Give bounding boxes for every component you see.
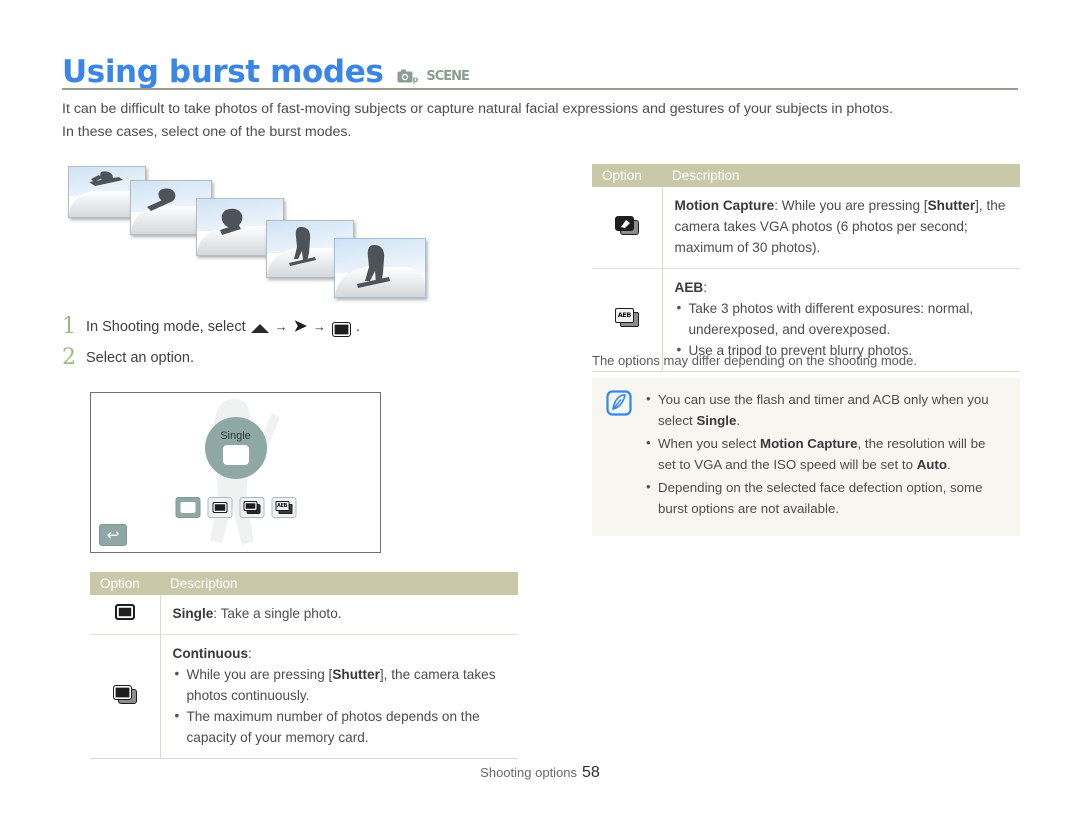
screen-option-aeb[interactable]: AEB [271,497,296,518]
camera-program-icon: p [397,68,419,84]
intro-paragraph: It can be difficult to take photos of fa… [62,98,1022,144]
table-row: Continuous: While you are pressing [Shut… [90,634,518,759]
intro-line-2: In these cases, select one of the burst … [62,124,352,140]
option-title: Single [172,606,214,621]
option-title: Continuous [172,646,249,661]
list-item: The maximum number of photos depends on … [173,705,509,748]
note-box: You can use the flash and timer and ACB … [592,378,1020,536]
intro-line-1: It can be difficult to take photos of fa… [62,101,893,117]
option-title-sep: : [774,198,782,213]
screen-option-continuous[interactable] [207,497,232,518]
aeb-icon: AEB [614,308,639,327]
option-title-sep: : [248,646,252,661]
option-text: Take a single photo. [220,606,342,621]
motion-capture-icon [243,501,260,514]
note-pen-icon [606,390,632,416]
step-text: In Shooting mode, select → ➤ → . [86,316,360,338]
right-table-footnote: The options may differ depending on the … [592,353,917,368]
page-title-row: Using burst modes p SCENE [62,46,1018,88]
screen-option-motion-capture[interactable] [239,497,264,518]
step-text: Select an option. [86,347,194,369]
option-description-cell: Motion Capture: While you are pressing [… [662,187,1020,269]
option-description-cell: Single: Take a single photo. [160,595,518,635]
continuous-icon [212,502,227,513]
single-icon [180,502,195,513]
list-item: Depending on the selected face defection… [644,477,1006,519]
continuous-icon [112,684,137,704]
arrow-glyph-1: → [274,319,288,334]
list-item: When you select Motion Capture, the reso… [644,433,1006,475]
table-header-row: Option Description [90,572,518,595]
option-description-cell: Continuous: While you are pressing [Shut… [160,635,518,759]
aeb-icon: AEB [275,501,292,514]
option-icon-cell [90,634,161,759]
option-title-sep: : [213,606,221,621]
burst-mode-icon[interactable] [332,321,352,337]
step-1-prefix: In Shooting mode, select [86,319,246,335]
manual-page: Using burst modes p SCENE It can be diff… [0,0,1080,815]
title-mode-icons: p SCENE [397,68,470,88]
selected-option-indicator: Single [204,417,267,479]
option-title: AEB [674,280,704,295]
step-2: 2 Select an option. [62,347,542,369]
title-divider [62,88,1018,90]
burst-illustration [62,160,482,298]
back-button[interactable]: ↩ [99,524,127,546]
step-number: 1 [62,314,76,339]
option-icon-cell [90,595,161,635]
chevron-right-icon[interactable]: ➤ [294,319,307,335]
single-icon [114,604,135,620]
footer-section: Shooting options [480,765,578,780]
screen-option-single[interactable] [175,497,200,518]
burst-frame-5 [334,238,426,298]
header-description: Description [170,576,238,591]
option-title: Motion Capture [674,198,775,213]
camera-screen-mock: Single AEB ↩ [90,392,381,553]
table-header-row: Option Description [592,164,1020,187]
header-option: Option [100,576,140,591]
header-option: Option [602,168,642,183]
step-2-prefix: Select an option. [86,350,195,366]
arrow-glyph-2: → [313,319,327,334]
note-bullet-list: You can use the flash and timer and ACB … [644,389,1006,522]
step-1-suffix: . [356,319,361,335]
step-number: 2 [62,345,76,370]
list-item: You can use the flash and timer and ACB … [644,389,1006,431]
steps-list: 1 In Shooting mode, select → ➤ → . 2 Sel… [62,316,542,378]
list-item: While you are pressing [Shutter], the ca… [173,663,509,706]
svg-text:p: p [413,75,419,84]
option-bullet-list: Take 3 photos with different exposures: … [675,297,1011,361]
step-1: 1 In Shooting mode, select → ➤ → . [62,316,542,338]
up-arrow-icon[interactable] [250,323,269,333]
left-options-table: Option Description Single: Take a single… [90,572,518,759]
option-bullet-list: While you are pressing [Shutter], the ca… [173,663,509,748]
footer-page-number: 58 [582,764,600,781]
scene-icon: SCENE [426,68,470,84]
right-options-table: Option Description Motion Capture: While… [592,164,1020,372]
single-mode-glyph [222,445,249,465]
option-icon-cell [592,187,663,269]
option-title-sep: : [703,280,707,295]
page-footer: Shooting options 58 [0,764,1080,782]
page-title: Using burst modes [62,54,384,90]
header-description: Description [672,168,740,183]
motion-capture-icon [614,215,639,235]
table-row: Motion Capture: While you are pressing [… [592,187,1020,269]
list-item: Take 3 photos with different exposures: … [675,297,1011,340]
table-row: Single: Take a single photo. [90,595,518,635]
screen-option-row: AEB [175,497,296,518]
selected-option-label: Single [220,430,251,442]
